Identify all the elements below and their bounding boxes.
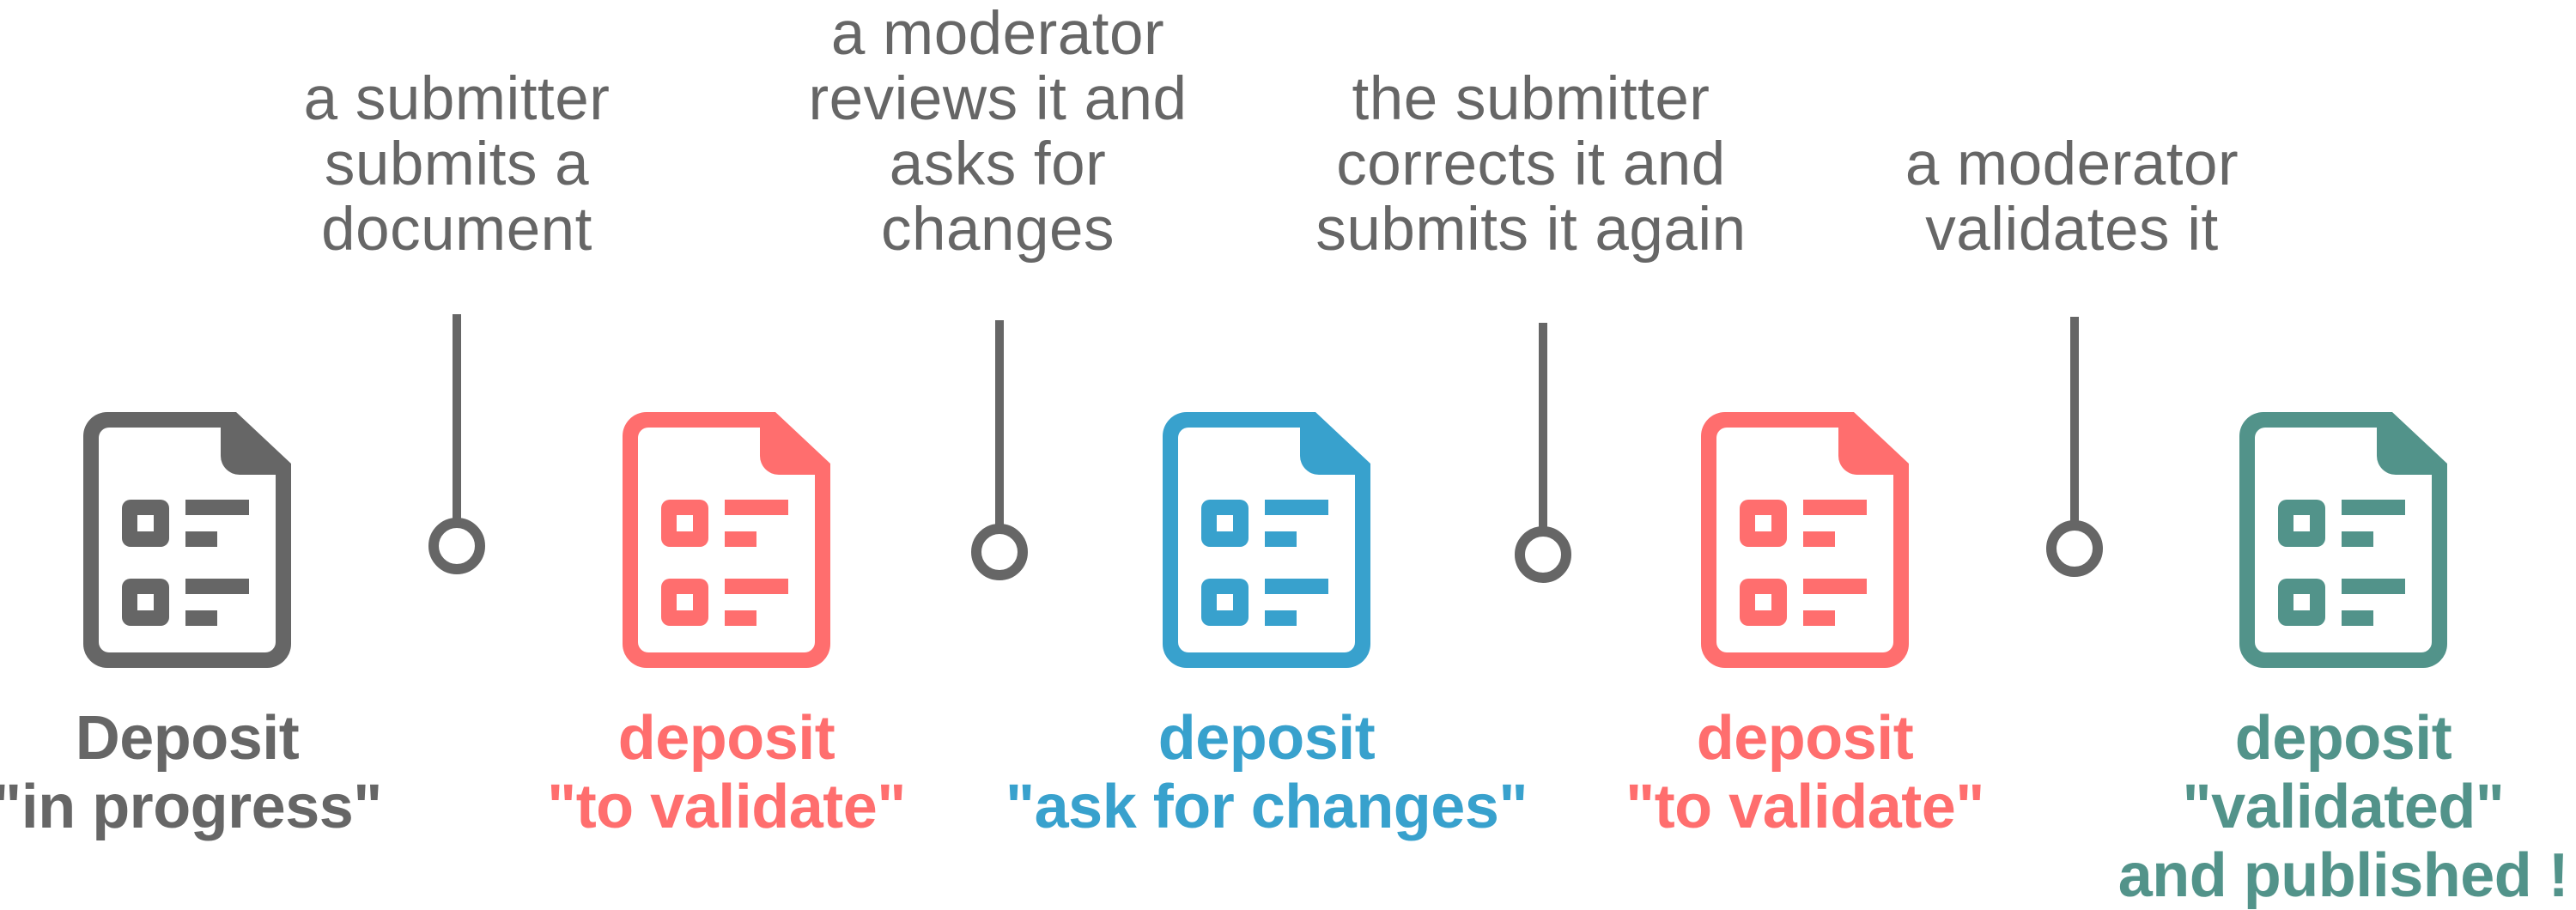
state-label-line: "to validate" <box>547 773 906 841</box>
state-label-line: Deposit <box>75 704 300 773</box>
timeline-pin-icon <box>2040 317 2109 600</box>
document-checklist-icon <box>2239 412 2447 668</box>
action-caption-line: a submitter <box>303 65 611 133</box>
timeline-pin-icon <box>965 320 1034 604</box>
document-checklist-icon <box>1701 412 1909 668</box>
state-label-to-validate: deposit "to validate" <box>426 704 1027 841</box>
action-caption-line: submits it again <box>1315 196 1747 264</box>
action-caption-line: asks for <box>889 130 1107 198</box>
state-label-validated-published: deposit "validated" and published ! <box>2043 704 2576 910</box>
state-label-line: deposit <box>1696 704 1914 773</box>
action-caption-line: a moderator <box>1905 130 2239 198</box>
document-checklist-icon <box>83 412 291 668</box>
state-label-line: deposit <box>2234 704 2452 773</box>
state-label-to-validate: deposit "to validate" <box>1504 704 2105 841</box>
action-caption-line: submits a <box>324 130 590 198</box>
state-label-line: deposit <box>617 704 835 773</box>
action-caption-1: a submitter submits a document <box>216 67 697 263</box>
action-caption-line: reviews it and <box>808 65 1188 133</box>
action-caption-line: document <box>321 196 592 264</box>
action-caption-line: validates it <box>1925 196 2219 264</box>
action-caption-4: a moderator validates it <box>1832 132 2312 263</box>
action-caption-line: changes <box>881 196 1115 264</box>
document-checklist-icon <box>623 412 830 668</box>
timeline-pin-icon <box>1509 323 1577 606</box>
state-label-line: "ask for changes" <box>1005 773 1528 841</box>
state-label-in-progress: Deposit "in progress" <box>0 704 488 841</box>
timeline-pin-icon <box>422 314 491 598</box>
action-caption-line: a moderator <box>830 0 1165 68</box>
action-caption-line: corrects it and <box>1336 130 1726 198</box>
state-label-line: "to validate" <box>1625 773 1984 841</box>
state-label-line: "validated" <box>2182 773 2505 841</box>
state-label-ask-for-changes: deposit "ask for changes" <box>966 704 1567 841</box>
action-caption-line: the submitter <box>1352 65 1710 133</box>
document-checklist-icon <box>1163 412 1370 668</box>
state-label-line: and published ! <box>2117 841 2569 910</box>
action-caption-2: a moderator reviews it and asks for chan… <box>757 2 1238 263</box>
action-caption-3: the submitter corrects it and submits it… <box>1291 67 1771 263</box>
state-label-line: deposit <box>1157 704 1376 773</box>
state-label-line: "in progress" <box>0 773 382 841</box>
